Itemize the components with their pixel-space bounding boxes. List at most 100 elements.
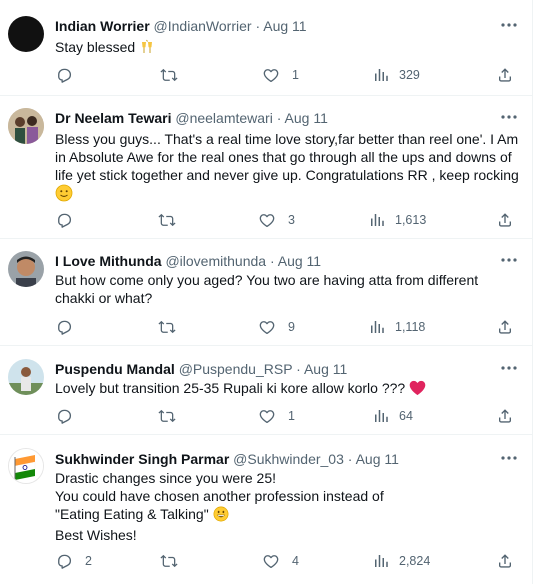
like-button[interactable]: 4 bbox=[262, 552, 299, 570]
tweet-date[interactable]: Aug 11 bbox=[285, 110, 328, 126]
like-count: 4 bbox=[292, 554, 299, 568]
red-heart-emoji bbox=[409, 380, 426, 400]
reply-button[interactable]: 2 bbox=[55, 552, 92, 570]
reply-bubble-icon bbox=[58, 409, 72, 424]
retweet-button[interactable] bbox=[160, 66, 178, 84]
tweet-text-line: Lovely but transition 25-35 Rupali ki ko… bbox=[55, 380, 406, 396]
retweet-button[interactable] bbox=[158, 407, 176, 425]
separator-dot: · bbox=[269, 253, 275, 269]
tweet-text-line: But how come only you aged? You two are … bbox=[55, 272, 479, 288]
retweet-icon bbox=[158, 409, 176, 423]
view-count: 2,824 bbox=[399, 554, 431, 568]
retweet-button[interactable] bbox=[158, 211, 176, 229]
tweet-date[interactable]: Aug 11 bbox=[304, 361, 347, 377]
views-button[interactable]: 329 bbox=[372, 66, 420, 84]
user-handle[interactable]: @neelamtewari bbox=[175, 110, 272, 126]
separator-dot: · bbox=[255, 18, 261, 34]
user-handle[interactable]: @IndianWorrier bbox=[154, 18, 252, 34]
views-bar-chart-icon bbox=[375, 410, 388, 422]
display-name[interactable]: Sukhwinder Singh Parmar bbox=[55, 451, 229, 467]
reply-button[interactable] bbox=[55, 407, 73, 425]
retweet-icon bbox=[158, 213, 176, 227]
more-horizontal-icon[interactable] bbox=[499, 109, 519, 125]
reply-button[interactable] bbox=[55, 66, 73, 84]
share-upload-icon bbox=[499, 68, 511, 82]
avatar[interactable] bbox=[8, 448, 44, 484]
share-button[interactable] bbox=[496, 407, 514, 425]
share-upload-icon bbox=[499, 409, 511, 423]
tweet-4[interactable]: Puspendu Mandal @Puspendu_RSP · Aug 11 L… bbox=[0, 346, 533, 435]
tweet-text: Drastic changes since you were 25! You c… bbox=[55, 469, 520, 544]
tweet-text-line: You could have chosen another profession… bbox=[55, 488, 384, 504]
tweet-date[interactable]: Aug 11 bbox=[278, 253, 321, 269]
avatar[interactable] bbox=[8, 359, 44, 395]
separator-dot: · bbox=[296, 361, 301, 377]
user-handle[interactable]: @ilovemithunda bbox=[165, 253, 266, 269]
tweet-text-line: "Eating Eating & Talking" bbox=[55, 506, 209, 522]
tweet-actions: 9 1,118 bbox=[0, 318, 533, 336]
like-button[interactable]: 3 bbox=[258, 211, 295, 229]
tweet-actions: 2 4 2,824 bbox=[0, 552, 533, 570]
reply-button[interactable] bbox=[55, 211, 73, 229]
tweet-date[interactable]: Aug 11 bbox=[263, 18, 306, 34]
reply-count: 2 bbox=[85, 554, 92, 568]
heart-icon bbox=[259, 410, 275, 424]
views-bar-chart-icon bbox=[371, 214, 384, 226]
tweet-actions: 1 64 bbox=[0, 407, 533, 425]
like-button[interactable]: 1 bbox=[258, 407, 295, 425]
tweet-date[interactable]: Aug 11 bbox=[356, 451, 399, 467]
tweet-text: Bless you guys... That's a real time lov… bbox=[55, 130, 520, 206]
retweet-button[interactable] bbox=[160, 552, 178, 570]
share-upload-icon bbox=[499, 213, 511, 227]
tweet-header: Dr Neelam Tewari @neelamtewari · Aug 11 bbox=[55, 109, 328, 127]
reply-bubble-icon bbox=[58, 554, 72, 569]
tweet-text-line: in Absolute Awe for the real ones that g… bbox=[55, 149, 512, 165]
views-bar-chart-icon bbox=[375, 69, 388, 81]
display-name[interactable]: Puspendu Mandal bbox=[55, 361, 175, 377]
reply-button[interactable] bbox=[55, 318, 73, 336]
more-horizontal-icon[interactable] bbox=[499, 252, 519, 268]
more-horizontal-icon[interactable] bbox=[499, 360, 519, 376]
like-button[interactable]: 9 bbox=[258, 318, 295, 336]
avatar[interactable] bbox=[8, 16, 44, 52]
view-count: 329 bbox=[399, 68, 420, 82]
more-horizontal-icon[interactable] bbox=[499, 17, 519, 33]
tweet-text: But how come only you aged? You two are … bbox=[55, 271, 520, 307]
clinking-glasses-emoji bbox=[139, 39, 155, 59]
user-handle[interactable]: @Sukhwinder_03 bbox=[233, 451, 344, 467]
share-button[interactable] bbox=[496, 66, 514, 84]
share-button[interactable] bbox=[496, 318, 514, 336]
like-button[interactable]: 1 bbox=[262, 66, 299, 84]
retweet-button[interactable] bbox=[158, 318, 176, 336]
more-horizontal-icon[interactable] bbox=[499, 450, 519, 466]
grinning-face-emoji bbox=[213, 506, 229, 526]
user-handle[interactable]: @Puspendu_RSP bbox=[179, 361, 293, 377]
tweet-text-line: Best Wishes! bbox=[55, 527, 137, 543]
tweet-2[interactable]: Dr Neelam Tewari @neelamtewari · Aug 11 … bbox=[0, 96, 533, 239]
display-name[interactable]: Dr Neelam Tewari bbox=[55, 110, 171, 126]
share-upload-icon bbox=[499, 554, 511, 568]
tweet-header: Sukhwinder Singh Parmar @Sukhwinder_03 ·… bbox=[55, 450, 399, 468]
views-button[interactable]: 2,824 bbox=[372, 552, 430, 570]
like-count: 9 bbox=[288, 320, 295, 334]
heart-icon bbox=[259, 214, 275, 228]
tweet-header: Indian Worrier @IndianWorrier · Aug 11 bbox=[55, 17, 307, 35]
slightly-smiling-face-emoji bbox=[55, 184, 73, 206]
views-button[interactable]: 64 bbox=[372, 407, 413, 425]
display-name[interactable]: Indian Worrier bbox=[55, 18, 150, 34]
views-button[interactable]: 1,613 bbox=[368, 211, 426, 229]
tweet-5[interactable]: Sukhwinder Singh Parmar @Sukhwinder_03 ·… bbox=[0, 435, 533, 584]
avatar[interactable] bbox=[8, 251, 44, 287]
like-count: 1 bbox=[288, 409, 295, 423]
share-button[interactable] bbox=[496, 552, 514, 570]
reply-bubble-icon bbox=[58, 320, 72, 335]
retweet-icon bbox=[160, 554, 178, 568]
share-button[interactable] bbox=[496, 211, 514, 229]
avatar[interactable] bbox=[8, 108, 44, 144]
views-button[interactable]: 1,118 bbox=[368, 318, 425, 336]
retweet-icon bbox=[158, 320, 176, 334]
tweet-1[interactable]: Indian Worrier @IndianWorrier · Aug 11 S… bbox=[0, 0, 533, 96]
tweet-3[interactable]: I Love Mithunda @ilovemithunda · Aug 11 … bbox=[0, 239, 533, 346]
display-name[interactable]: I Love Mithunda bbox=[55, 253, 162, 269]
reply-bubble-icon bbox=[58, 213, 72, 228]
